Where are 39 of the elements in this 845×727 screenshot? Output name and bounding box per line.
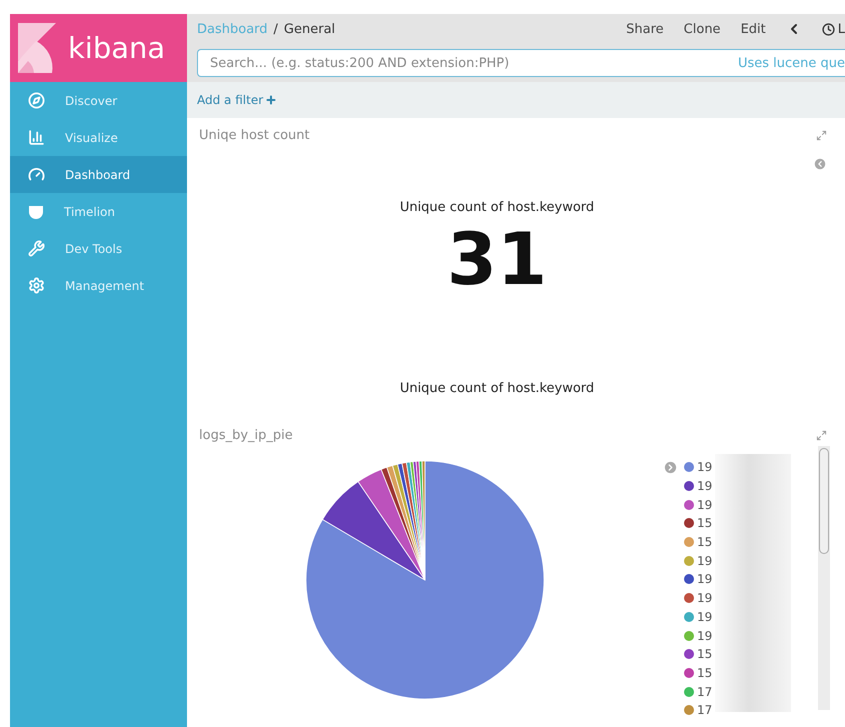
legend-label[interactable]: 15 — [697, 535, 712, 550]
logo-icon — [18, 23, 56, 73]
add-filter-button[interactable]: Add a filter — [197, 93, 278, 107]
legend-label[interactable]: 19 — [697, 498, 712, 512]
panel-title: Uniqe host count — [199, 128, 310, 142]
expand-icon[interactable] — [816, 430, 827, 440]
scrollbar[interactable] — [818, 446, 830, 710]
legend-label[interactable]: 19 — [697, 572, 712, 586]
action-link[interactable]: Edit — [740, 22, 766, 36]
nav-icon — [28, 92, 45, 109]
nav-icon — [28, 166, 45, 183]
legend-label[interactable]: 19 — [697, 479, 712, 494]
breadcrumb-current: General — [284, 22, 336, 36]
legend-label[interactable]: 19 — [697, 554, 712, 568]
legend-label[interactable]: 19 — [697, 628, 712, 643]
legend-label[interactable]: 15 — [697, 666, 712, 680]
legend-label[interactable]: 15 — [697, 516, 712, 530]
breadcrumb-separator: / — [274, 22, 278, 36]
time-picker-button[interactable]: L — [822, 22, 845, 36]
nav-icon — [28, 277, 45, 294]
plus-icon — [265, 94, 278, 106]
metric-label: Unique count of host.keyword — [400, 200, 594, 215]
legend-label[interactable]: 19 — [697, 591, 712, 606]
logo-text: kibana — [68, 31, 166, 65]
legend-label[interactable]: 19 — [697, 610, 712, 624]
metric-label: Unique count of host.keyword — [400, 381, 594, 396]
legend-toggle-icon[interactable] — [663, 460, 678, 475]
action-link[interactable]: Share — [626, 22, 664, 36]
metric-value: 31 — [446, 223, 548, 295]
expand-icon[interactable] — [816, 130, 827, 140]
legend-label[interactable]: 19 — [697, 460, 712, 474]
panel-title: logs_by_ip_pie — [199, 428, 293, 442]
legend-label[interactable]: 17 — [697, 684, 712, 699]
action-link[interactable]: Clone — [684, 22, 721, 36]
collapse-icon[interactable] — [813, 157, 827, 171]
legend-label[interactable]: 17 — [697, 703, 712, 718]
nav-icon — [28, 240, 45, 257]
legend-label[interactable]: 15 — [697, 647, 712, 662]
nav-icon — [28, 129, 45, 146]
